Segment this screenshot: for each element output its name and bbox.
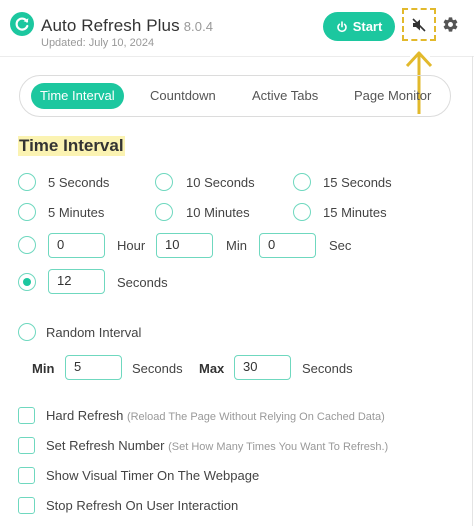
seconds-label: Seconds	[117, 275, 168, 290]
minute-label: Min	[226, 238, 247, 253]
app-version: 8.0.4	[183, 19, 214, 34]
preset-label: 10 Minutes	[186, 205, 250, 220]
tab-page-monitor[interactable]: Page Monitor	[354, 83, 431, 109]
random-max-input[interactable]: 30	[234, 355, 291, 380]
speaker-muted-icon	[412, 17, 426, 32]
hard-refresh-checkbox[interactable]	[18, 407, 35, 424]
second-label: Sec	[329, 238, 352, 253]
updated-date: Updated: July 10, 2024	[41, 37, 155, 49]
refresh-number-checkbox[interactable]	[18, 437, 35, 454]
preset-label: 15 Minutes	[323, 205, 387, 220]
random-min-unit: Seconds	[132, 361, 183, 376]
preset-label: 5 Seconds	[48, 175, 110, 190]
option-hint: (Set How Many Times You Want To Refresh.…	[168, 441, 389, 453]
header-divider	[0, 56, 410, 57]
header-divider	[430, 56, 474, 57]
radio-15-minutes[interactable]	[293, 203, 311, 221]
header: Auto Refresh Plus 8.0.4 Updated: July 10,…	[0, 0, 474, 56]
preset-label: 10 Seconds	[186, 175, 255, 190]
radio-10-minutes[interactable]	[155, 203, 173, 221]
app-title: Auto Refresh Plus 8.0.4	[41, 16, 213, 36]
radio-10-seconds[interactable]	[155, 173, 173, 191]
start-button[interactable]: Start	[323, 12, 395, 41]
option-label: Hard Refresh	[46, 408, 124, 423]
radio-5-minutes[interactable]	[18, 203, 36, 221]
option-label: Stop Refresh On User Interaction	[46, 498, 239, 513]
visual-timer-checkbox[interactable]	[18, 467, 35, 484]
option-label: Set Refresh Number	[46, 438, 165, 453]
hard-refresh-option: Hard Refresh (Reload The Page Without Re…	[46, 408, 385, 423]
radio-random-interval[interactable]	[18, 323, 36, 341]
random-max-label: Max	[199, 361, 225, 376]
seconds-input[interactable]: 12	[48, 269, 105, 294]
preset-label: 15 Seconds	[323, 175, 392, 190]
gear-icon[interactable]	[442, 16, 459, 33]
minute-input[interactable]: 10	[156, 233, 213, 258]
tab-time-interval[interactable]: Time Interval	[31, 83, 124, 109]
radio-seconds[interactable]	[18, 273, 36, 291]
stop-on-interaction-checkbox[interactable]	[18, 497, 35, 514]
hour-input[interactable]: 0	[48, 233, 105, 258]
refresh-number-option: Set Refresh Number (Set How Many Times Y…	[46, 438, 388, 453]
second-input[interactable]: 0	[259, 233, 316, 258]
random-min-input[interactable]: 5	[65, 355, 122, 380]
radio-custom-time[interactable]	[18, 236, 36, 254]
refresh-logo-icon	[10, 12, 34, 36]
start-label: Start	[352, 19, 383, 34]
preset-label: 5 Minutes	[48, 205, 105, 220]
radio-5-seconds[interactable]	[18, 173, 36, 191]
hour-label: Hour	[117, 238, 146, 253]
app-name: Auto Refresh Plus	[41, 16, 180, 35]
radio-15-seconds[interactable]	[293, 173, 311, 191]
tab-active-tabs[interactable]: Active Tabs	[252, 83, 318, 109]
tab-countdown[interactable]: Countdown	[150, 83, 216, 109]
power-icon	[336, 20, 347, 32]
mute-button[interactable]	[402, 8, 436, 41]
mode-tabs: Time Interval Countdown Active Tabs Page…	[19, 75, 451, 117]
option-hint: (Reload The Page Without Relying On Cach…	[126, 411, 385, 423]
random-max-unit: Seconds	[302, 361, 353, 376]
panel-border	[472, 56, 473, 526]
random-min-label: Min	[32, 361, 55, 376]
random-interval-label: Random Interval	[46, 325, 142, 340]
section-title: Time Interval	[18, 136, 125, 156]
option-label: Show Visual Timer On The Webpage	[46, 468, 260, 483]
